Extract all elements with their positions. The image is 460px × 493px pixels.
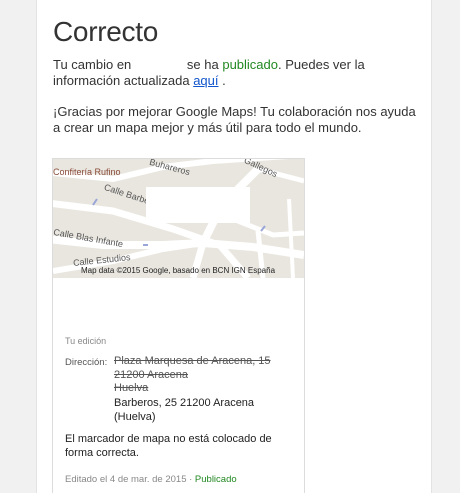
map-label-poi: Confitería Rufino	[53, 167, 121, 177]
message-part1: Tu cambio en	[53, 57, 132, 72]
page-title: Correcto	[53, 16, 158, 47]
new-address-line: (Huelva)	[114, 410, 156, 423]
edit-footer: Editado el 4 de mar. de 2015 · Publicado	[65, 474, 237, 485]
old-address-line: 21200 Aracena	[114, 368, 189, 381]
confirmation-message: Tu cambio en se ha publicado. Puedes ver…	[53, 57, 423, 89]
edit-section-label: Tu edición	[65, 336, 107, 346]
new-address: Barberos, 25 21200 Aracena (Huelva)	[114, 397, 294, 424]
map-preview[interactable]: Confitería Rufino Calle Barberos Calle B…	[53, 159, 304, 278]
new-address-line: Barberos, 25 21200 Aracena	[114, 397, 255, 409]
map-attribution: Map data ©2015 Google, basado en BCN IGN…	[81, 266, 276, 275]
edit-status: Publicado	[194, 474, 237, 485]
redacted-box	[146, 187, 250, 223]
direction-label: Dirección:	[65, 357, 108, 368]
old-address-line: Plaza Marquesa de Aracena, 15	[114, 355, 271, 367]
confirmation-card: Correcto Tu cambio en se ha publicado. P…	[36, 0, 432, 493]
message-part4: .	[222, 73, 226, 88]
here-link[interactable]: aquí	[193, 73, 218, 88]
thanks-message: ¡Gracias por mejorar Google Maps! Tu col…	[53, 104, 416, 135]
old-address: Plaza Marquesa de Aracena, 15 21200 Arac…	[114, 355, 294, 396]
edit-date: Editado el 4 de mar. de 2015 ·	[65, 474, 193, 485]
edit-panel: Confitería Rufino Calle Barberos Calle B…	[52, 158, 305, 493]
status-published: publicado	[222, 57, 278, 72]
marker-note: El marcador de mapa no está colocado de …	[65, 433, 272, 459]
old-address-line: Huelva	[114, 382, 149, 394]
message-part2: se ha	[186, 57, 219, 72]
